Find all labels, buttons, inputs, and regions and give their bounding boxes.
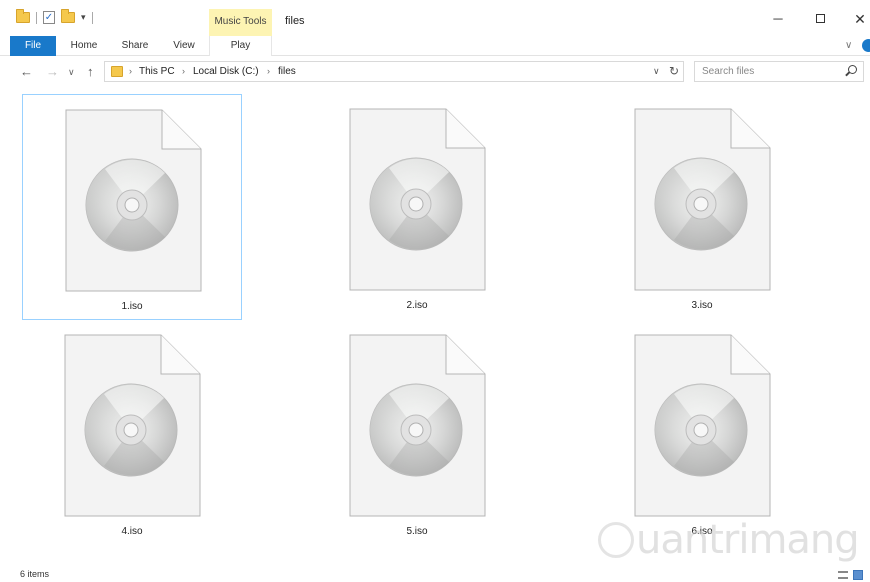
forward-button[interactable]: → [46,64,59,79]
iso-file-icon [349,334,486,517]
ribbon-tabs: File Home Share View Play ∨ [0,36,870,56]
up-button[interactable]: ↑ [87,64,94,79]
maximize-button[interactable] [805,10,835,28]
tab-file[interactable]: File [10,36,56,56]
address-bar[interactable]: › This PC › Local Disk (C:) › files ∨ ↻ [104,61,684,82]
large-icons-view-icon[interactable] [853,570,863,580]
breadcrumb-separator[interactable]: › [267,66,270,76]
breadcrumb-files[interactable]: files [278,66,296,77]
iso-file-icon [64,334,201,517]
file-list: 1.iso 2.iso 3.iso 4.iso 5.iso 6.iso [0,88,870,566]
quick-access-toolbar: ✓ ▾ [16,9,93,24]
watermark: uantrimang [636,517,860,563]
toolbar-separator [91,11,93,24]
watermark-logo [598,522,634,558]
file-name: 2.iso [406,300,428,311]
maximize-icon [815,14,825,23]
close-button[interactable]: ✕ [845,10,870,28]
iso-file-icon [634,108,771,291]
file-name: 3.iso [691,300,713,311]
iso-file-icon [634,334,771,517]
search-input[interactable]: Search files [694,61,864,82]
iso-file-icon [65,109,202,292]
toolbar-separator [36,11,37,24]
file-name: 4.iso [121,526,143,537]
file-name: 5.iso [406,526,428,537]
file-item[interactable]: 5.iso [307,320,527,546]
music-tools-context-tab: Music Tools [209,9,272,36]
window-title: files [285,15,305,27]
file-item[interactable]: 2.iso [307,94,527,320]
address-dropdown-icon[interactable]: ∨ [653,66,660,77]
recent-locations-button[interactable]: ∨ [68,67,75,78]
folder-icon [111,66,123,77]
navigation-bar: ← → ∨ ↑ › This PC › Local Disk (C:) › fi… [0,57,870,87]
minimize-button[interactable]: ─ [763,10,793,28]
breadcrumb-separator[interactable]: › [129,66,132,76]
help-icon[interactable] [862,39,870,52]
new-folder-icon[interactable] [61,9,75,23]
refresh-icon[interactable]: ↻ [669,64,679,78]
title-bar: ✓ ▾ Music Tools files ─ ✕ [0,0,870,36]
details-view-icon[interactable] [838,571,848,579]
file-item[interactable]: 4.iso [22,320,242,546]
file-item[interactable]: 6.iso [592,320,812,546]
file-name: 1.iso [121,301,143,312]
back-button[interactable]: ← [20,64,33,79]
customize-toolbar-icon[interactable]: ▾ [81,12,86,23]
tab-play[interactable]: Play [209,36,272,56]
breadcrumb-this-pc[interactable]: This PC [139,66,175,77]
properties-icon[interactable]: ✓ [43,11,55,24]
folder-icon[interactable] [16,9,30,23]
search-icon[interactable] [848,65,857,74]
breadcrumb-separator[interactable]: › [182,66,185,76]
tab-view[interactable]: View [165,36,203,56]
item-count: 6 items [20,569,50,579]
expand-ribbon-icon[interactable]: ∨ [845,40,852,51]
status-bar: 6 items [0,566,870,582]
iso-file-icon [349,108,486,291]
file-item[interactable]: 1.iso [22,94,242,320]
tab-share[interactable]: Share [115,36,155,56]
breadcrumb-local-disk[interactable]: Local Disk (C:) [193,66,259,77]
file-item[interactable]: 3.iso [592,94,812,320]
tab-home[interactable]: Home [62,36,106,56]
